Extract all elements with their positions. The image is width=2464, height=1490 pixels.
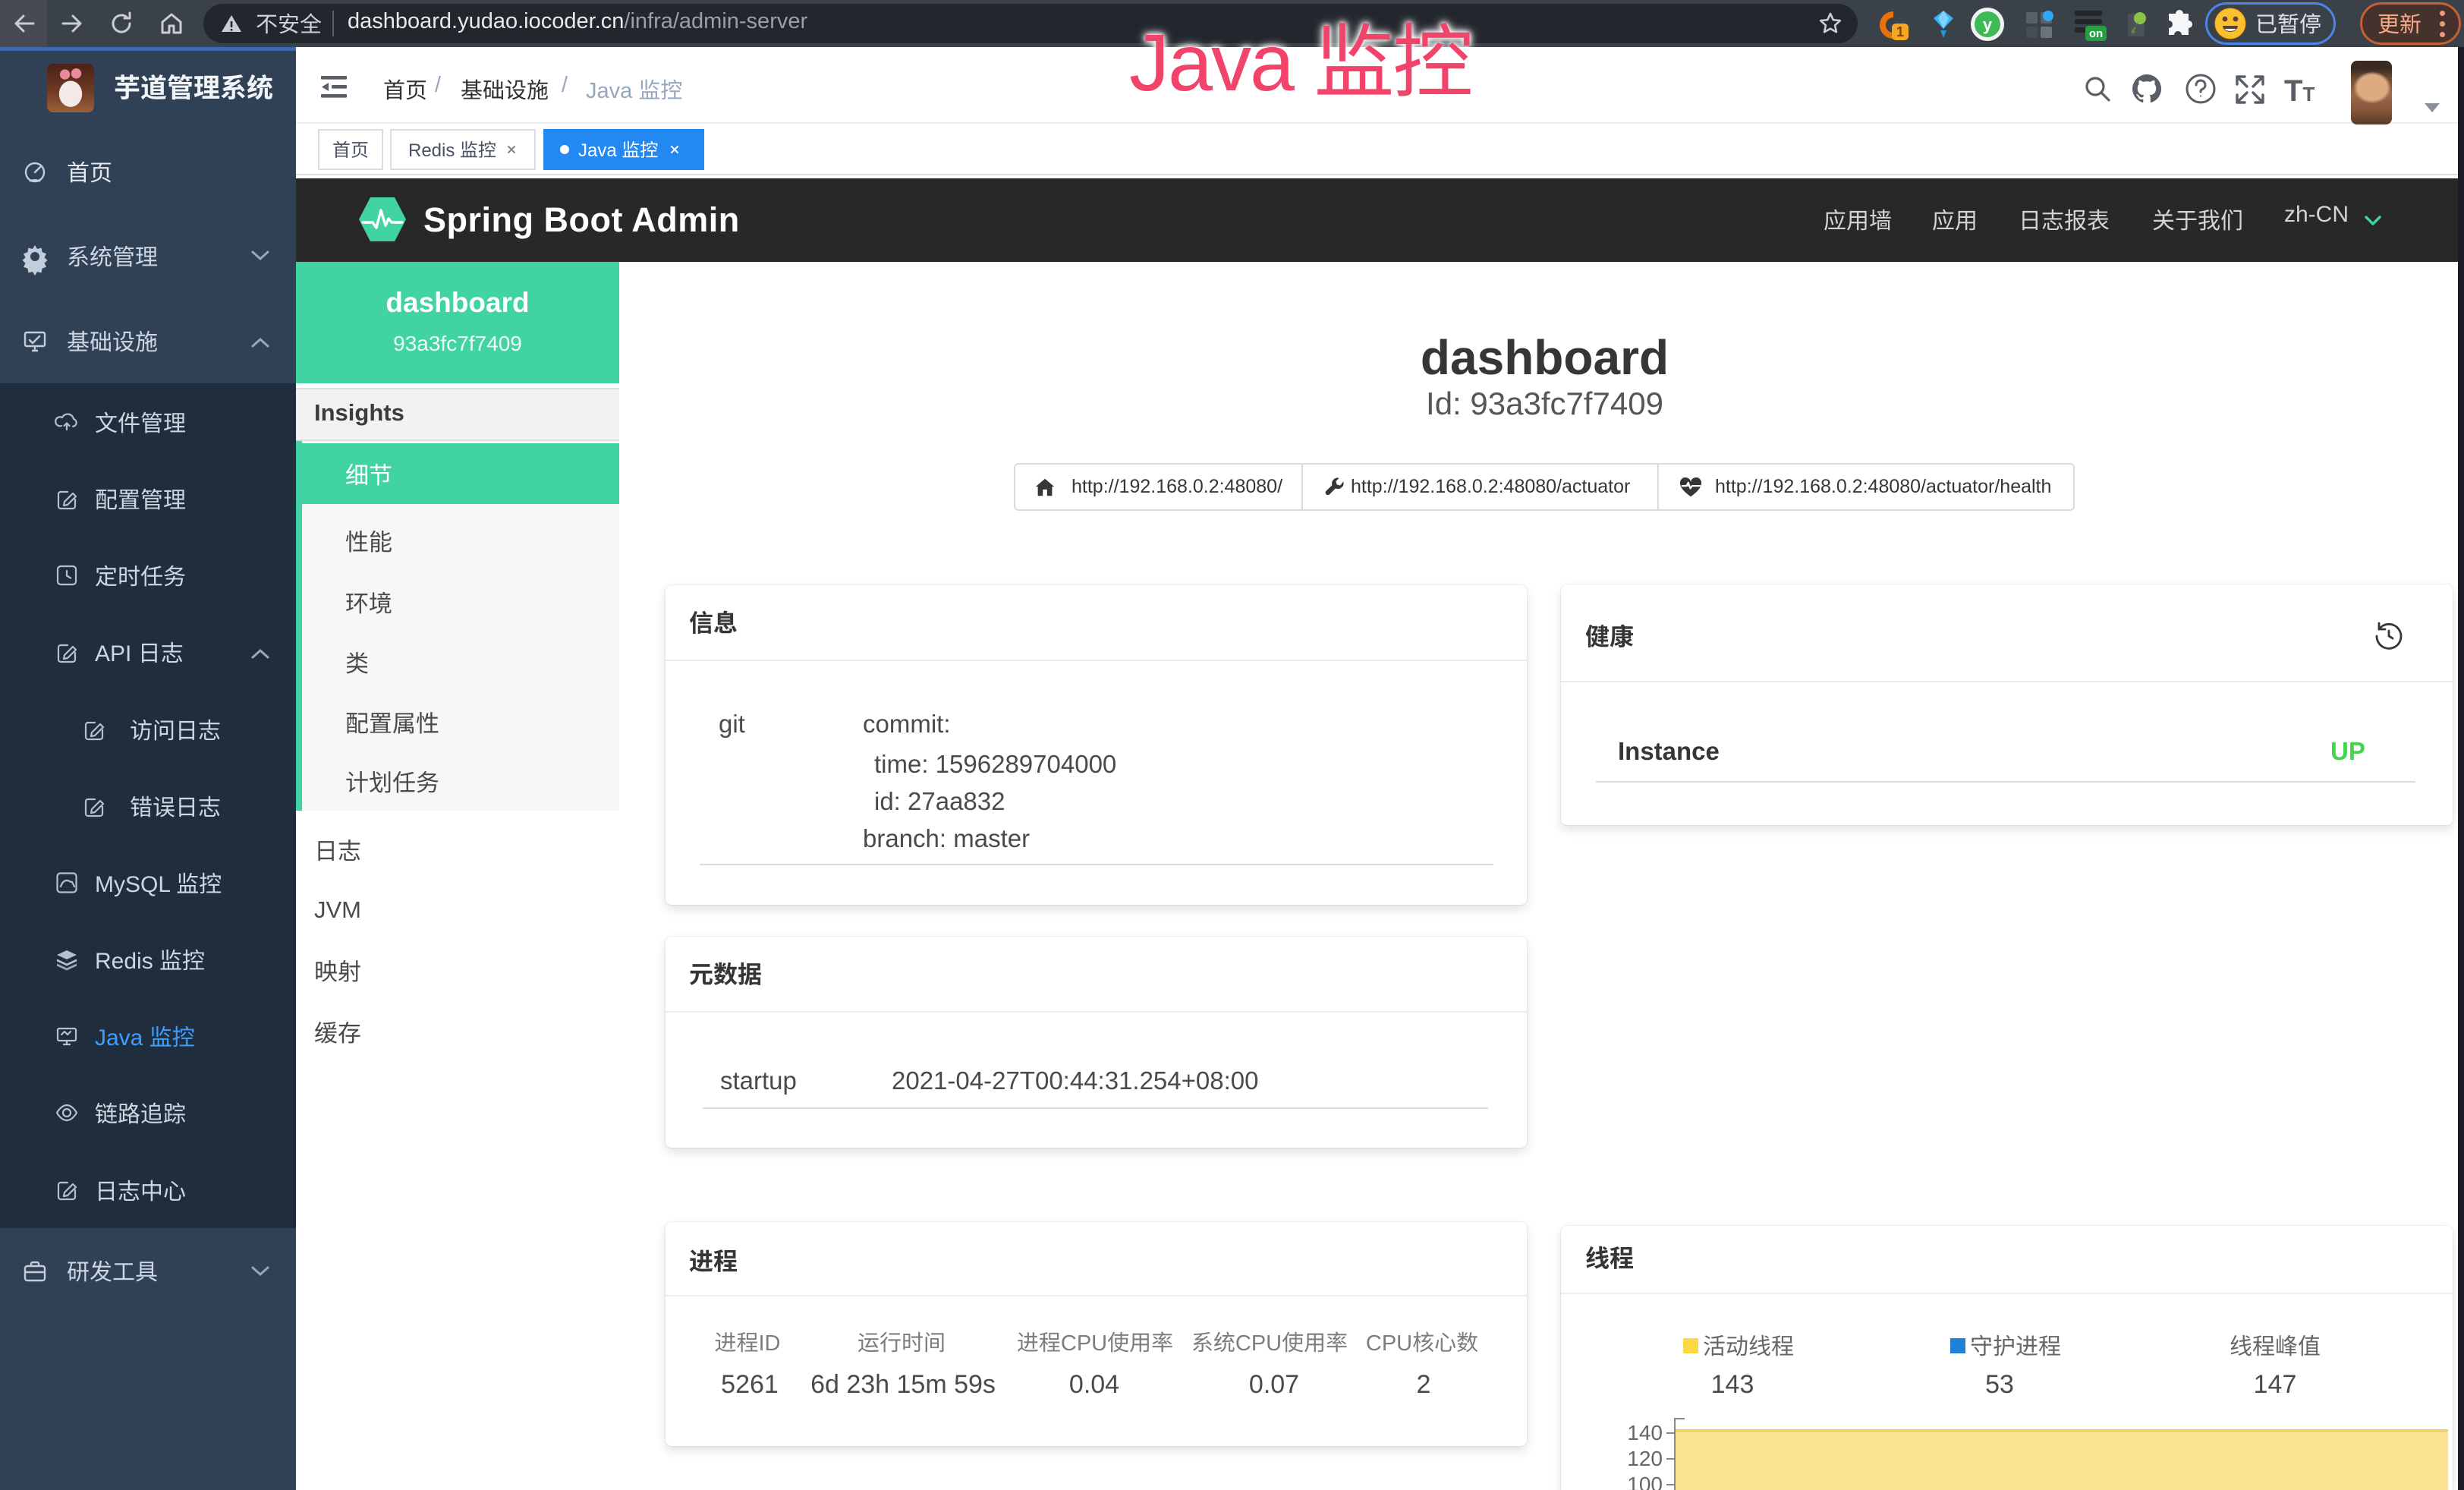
svg-text:on: on bbox=[2089, 27, 2103, 40]
svg-text:1: 1 bbox=[1896, 24, 1904, 39]
svg-text:y: y bbox=[1983, 15, 1993, 34]
